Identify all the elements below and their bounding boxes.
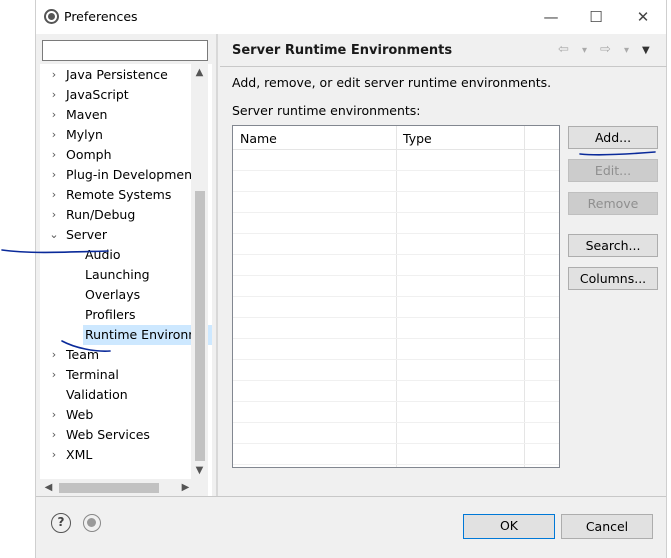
scroll-left-icon[interactable]: ◀: [40, 479, 57, 496]
title-separator: [220, 66, 667, 67]
page-navigation: ⇦ ▾ ⇨ ▾ ▼: [558, 42, 654, 60]
forward-arrow-icon[interactable]: ⇨: [600, 42, 611, 57]
chevron-right-icon[interactable]: ›: [47, 145, 61, 165]
view-menu-icon[interactable]: ▼: [642, 45, 650, 56]
cancel-button[interactable]: Cancel: [561, 514, 653, 539]
preferences-window: Preferences — ☐ ✕ › Java Persistence › Java…: [35, 0, 667, 558]
tree-item-label: Launching: [85, 267, 150, 282]
tree-item-label: Plug-in Development: [66, 167, 197, 182]
filter-input[interactable]: [42, 40, 208, 61]
table-row[interactable]: [233, 192, 559, 213]
tree-item-label: Remote Systems: [66, 187, 172, 202]
chevron-right-icon[interactable]: ›: [47, 125, 61, 145]
columns-button[interactable]: Columns...: [568, 267, 658, 290]
table-row[interactable]: [233, 444, 559, 465]
tree-vertical-scrollbar[interactable]: ▲ ▼: [191, 64, 208, 479]
chevron-right-icon[interactable]: ›: [47, 345, 61, 365]
tree-item-label: XML: [66, 447, 93, 462]
tree-item-label: Profilers: [85, 307, 136, 322]
scroll-down-icon[interactable]: ▼: [191, 462, 208, 479]
record-macro-icon[interactable]: [83, 514, 101, 532]
table-row[interactable]: [233, 318, 559, 339]
tree-item-label: Run/Debug: [66, 207, 136, 222]
tree-item-label: Terminal: [66, 367, 119, 382]
window-title: Preferences: [64, 9, 138, 24]
chevron-right-icon[interactable]: ›: [47, 105, 61, 125]
tree-item-label: Audio: [85, 247, 121, 262]
tree-item-label: Oomph: [66, 147, 112, 162]
scroll-up-icon[interactable]: ▲: [191, 64, 208, 81]
close-button[interactable]: ✕: [628, 4, 658, 30]
chevron-right-icon[interactable]: ›: [47, 85, 61, 105]
back-arrow-icon[interactable]: ⇦: [558, 42, 569, 57]
chevron-right-icon[interactable]: ›: [47, 185, 61, 205]
table-row[interactable]: [233, 360, 559, 381]
tree-horizontal-scrollbar[interactable]: ◀ ▶: [40, 479, 208, 496]
table-row[interactable]: [233, 402, 559, 423]
maximize-button[interactable]: ☐: [581, 4, 611, 30]
footer-separator: [36, 496, 666, 497]
page-description: Add, remove, or edit server runtime envi…: [232, 75, 552, 90]
chevron-right-icon[interactable]: ›: [47, 365, 61, 385]
table-row[interactable]: [233, 255, 559, 276]
tree-item-label: Maven: [66, 107, 108, 122]
tree-item-label: Runtime Environm: [85, 327, 201, 342]
vertical-scroll-thumb[interactable]: [195, 191, 205, 461]
tree-item-label: Web: [66, 407, 94, 422]
eclipse-app-icon: [44, 9, 59, 24]
tree-item-label: Mylyn: [66, 127, 103, 142]
table-row[interactable]: [233, 297, 559, 318]
chevron-right-icon[interactable]: ›: [47, 405, 61, 425]
tree-item-label: Server: [66, 227, 107, 242]
ok-button[interactable]: OK: [463, 514, 555, 539]
tree-item-label: Validation: [66, 387, 128, 402]
table-row[interactable]: [233, 234, 559, 255]
column-header-type[interactable]: Type: [403, 131, 432, 146]
preference-tree: › Java Persistence › JavaScript › Maven › Mylyn…: [40, 64, 212, 496]
pane-sash[interactable]: [216, 34, 218, 496]
help-icon[interactable]: ?: [51, 513, 71, 533]
tree-item-label: Web Services: [66, 427, 150, 442]
table-label: Server runtime environments:: [232, 103, 421, 118]
chevron-down-icon[interactable]: ⌄: [47, 225, 61, 245]
table-row[interactable]: [233, 423, 559, 444]
table-row[interactable]: [233, 276, 559, 297]
chevron-right-icon[interactable]: ›: [47, 165, 61, 185]
chevron-right-icon[interactable]: ›: [47, 65, 61, 85]
remove-button[interactable]: Remove: [568, 192, 658, 215]
add-button[interactable]: Add...: [568, 126, 658, 149]
back-menu-chevron-icon[interactable]: ▾: [582, 45, 587, 56]
runtime-environments-table[interactable]: Name Type: [232, 125, 560, 468]
page-title: Server Runtime Environments: [232, 43, 453, 58]
title-bar: Preferences — ☐ ✕: [36, 0, 666, 34]
chevron-right-icon[interactable]: ›: [47, 425, 61, 445]
tree-item-label: Overlays: [85, 287, 141, 302]
table-row[interactable]: [233, 150, 559, 171]
edit-button[interactable]: Edit...: [568, 159, 658, 182]
chevron-right-icon[interactable]: ›: [47, 445, 61, 465]
search-button[interactable]: Search...: [568, 234, 658, 257]
horizontal-scroll-thumb[interactable]: [59, 483, 159, 493]
minimize-button[interactable]: —: [536, 4, 566, 30]
table-row[interactable]: [233, 213, 559, 234]
forward-menu-chevron-icon[interactable]: ▾: [624, 45, 629, 56]
column-header-name[interactable]: Name: [240, 131, 277, 146]
tree-item-label: Java Persistence: [66, 67, 168, 82]
tree-item-label: Team: [66, 347, 100, 362]
scroll-right-icon[interactable]: ▶: [177, 479, 194, 496]
table-row[interactable]: [233, 381, 559, 402]
tree-item-label: JavaScript: [66, 87, 129, 102]
table-row[interactable]: [233, 339, 559, 360]
table-row[interactable]: [233, 171, 559, 192]
chevron-right-icon[interactable]: ›: [47, 205, 61, 225]
